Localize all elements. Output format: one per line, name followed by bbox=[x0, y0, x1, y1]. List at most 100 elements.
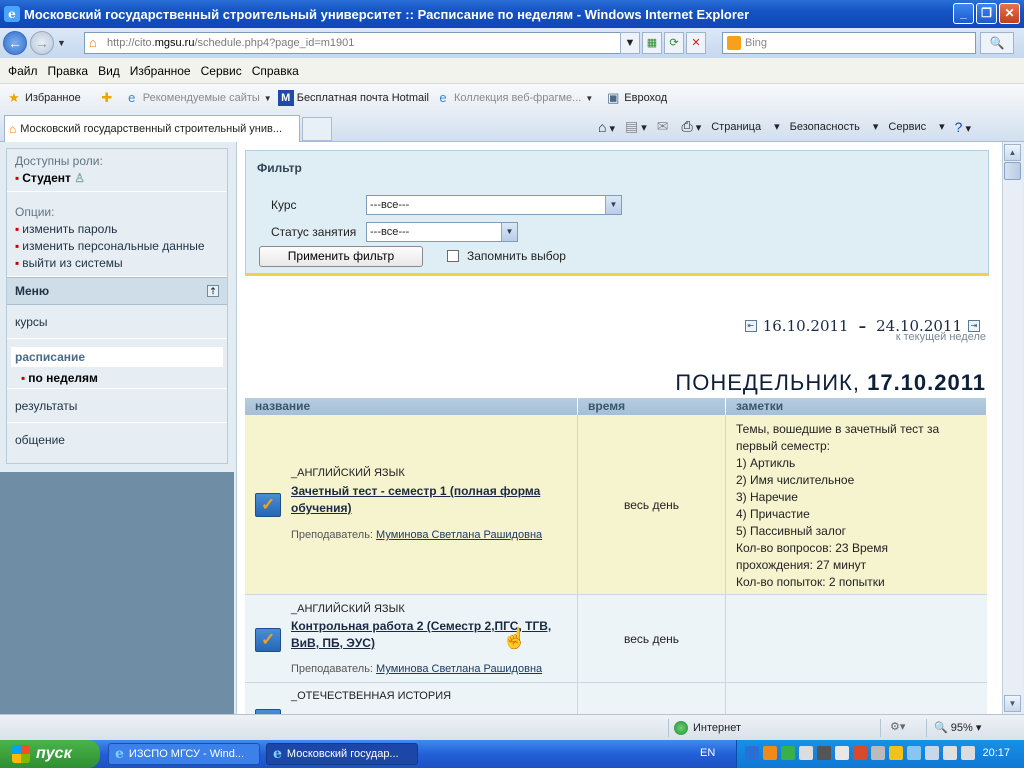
change-password-link[interactable]: ▪ изменить пароль bbox=[15, 221, 219, 238]
volume-icon[interactable] bbox=[925, 746, 939, 760]
apply-filter-button[interactable]: Применить фильтр bbox=[259, 246, 423, 267]
new-tab-button[interactable] bbox=[302, 117, 332, 141]
evrohod-link[interactable]: ▣ Евроход bbox=[605, 90, 667, 106]
teacher-link[interactable]: Муминова Светлана Рашидовна bbox=[376, 529, 542, 541]
menu-help[interactable]: Справка bbox=[252, 64, 299, 78]
teacher-info: Преподаватель: Муминова Светлана Рашидов… bbox=[291, 529, 542, 541]
taskbar-task-1[interactable]: e ИЗСПО МГСУ - Wind... bbox=[108, 743, 260, 765]
mail-button[interactable]: ✉ bbox=[657, 118, 672, 135]
compatibility-icon[interactable]: ▦ bbox=[642, 32, 662, 54]
ie-page-icon: e bbox=[128, 90, 136, 105]
remember-checkbox[interactable] bbox=[447, 250, 459, 262]
tray-app-icon[interactable] bbox=[817, 746, 831, 760]
menu-header: Меню ⇡ bbox=[7, 277, 227, 305]
collapse-toggle-icon[interactable]: ⇡ bbox=[207, 285, 219, 297]
status-select[interactable]: ---все--- ▼ bbox=[366, 222, 518, 242]
bluetooth-icon[interactable] bbox=[745, 746, 759, 760]
logout-link[interactable]: ▪ выйти из системы bbox=[15, 255, 219, 272]
taskbar-task-2[interactable]: e Московский государ... bbox=[266, 743, 418, 765]
sidebar-item-by-weeks[interactable]: ▪ по неделям bbox=[7, 367, 227, 389]
notes-cell: Темы, вошедшие в зачетный тест за первый… bbox=[726, 415, 987, 594]
clock[interactable]: 20:17 bbox=[982, 747, 1010, 759]
start-label: пуск bbox=[36, 745, 72, 762]
change-password-label: изменить пароль bbox=[22, 222, 118, 236]
course-select[interactable]: ---все--- ▼ bbox=[366, 195, 622, 215]
safety-menu[interactable]: Безопасность ▾ bbox=[790, 120, 879, 133]
menu-edit[interactable]: Правка bbox=[48, 64, 89, 78]
table-row: _АНГЛИЙСКИЙ ЯЗЫК Зачетный тест - семестр… bbox=[245, 415, 987, 595]
menu-file[interactable]: Файл bbox=[8, 64, 38, 78]
tray-app-icon[interactable] bbox=[889, 746, 903, 760]
security-zone[interactable]: Интернет bbox=[674, 721, 741, 735]
suggested-sites-link[interactable]: e Рекомендуемые сайты ▼ bbox=[124, 90, 272, 106]
search-button[interactable]: 🔍 bbox=[980, 32, 1014, 54]
page-menu[interactable]: Страница ▾ bbox=[711, 120, 779, 133]
feeds-button[interactable]: ▤ ▾ bbox=[625, 118, 647, 135]
chevron-down-icon: ▼ bbox=[501, 223, 517, 241]
forward-button[interactable]: → bbox=[30, 31, 54, 55]
home-button[interactable]: ⌂ ▾ bbox=[598, 119, 615, 135]
column-header-time[interactable]: время bbox=[578, 398, 726, 415]
scroll-down-icon[interactable]: ▼ bbox=[1004, 695, 1021, 712]
favorites-button[interactable]: ★ Избранное bbox=[6, 90, 81, 106]
tray-app-icon[interactable] bbox=[943, 746, 957, 760]
mail-icon: ✉ bbox=[656, 118, 669, 134]
system-tray: 20:17 bbox=[736, 740, 1024, 768]
minimize-button[interactable]: _ bbox=[953, 3, 974, 24]
tray-app-icon[interactable] bbox=[799, 746, 813, 760]
current-week-link[interactable]: к текущей неделе bbox=[896, 331, 986, 343]
web-slice-gallery-link[interactable]: e Коллекция веб-фрагме... ▼ bbox=[435, 90, 593, 106]
scroll-thumb[interactable] bbox=[1004, 162, 1021, 180]
sidebar-item-schedule[interactable]: расписание bbox=[11, 347, 223, 367]
time-cell: весь день bbox=[578, 595, 726, 682]
tray-app-icon[interactable] bbox=[871, 746, 885, 760]
search-input[interactable]: Bing bbox=[722, 32, 976, 54]
close-button[interactable]: ✕ bbox=[999, 3, 1020, 24]
column-header-name[interactable]: название bbox=[245, 398, 578, 415]
tray-app-icon[interactable] bbox=[763, 746, 777, 760]
sidebar-item-communication[interactable]: общение bbox=[7, 423, 227, 457]
language-indicator[interactable]: EN bbox=[700, 747, 715, 759]
refresh-icon[interactable]: ⟳ bbox=[664, 32, 684, 54]
protected-mode-icon[interactable]: ⚙▾ bbox=[890, 720, 905, 733]
page-menu-label: Страница bbox=[711, 121, 762, 133]
tools-menu-label: Сервис bbox=[888, 121, 927, 133]
stop-icon[interactable]: ✕ bbox=[686, 32, 706, 54]
menu-view[interactable]: Вид bbox=[98, 64, 120, 78]
help-button[interactable]: ? ▾ bbox=[955, 119, 971, 135]
note-line: Кол-во попыток: 2 попытки bbox=[736, 575, 885, 589]
task-link[interactable]: Зачетный тест - семестр 1 (полная форма … bbox=[291, 483, 567, 517]
maximize-button[interactable]: ❐ bbox=[976, 3, 997, 24]
address-dropdown-icon[interactable]: ▼ bbox=[620, 32, 640, 54]
menu-favorites[interactable]: Избранное bbox=[130, 64, 191, 78]
tray-app-icon[interactable] bbox=[781, 746, 795, 760]
back-button[interactable]: ← bbox=[3, 31, 27, 55]
tray-app-icon[interactable] bbox=[853, 746, 867, 760]
start-button[interactable]: пуск bbox=[0, 740, 100, 768]
menu-tools[interactable]: Сервис bbox=[201, 64, 242, 78]
prev-week-icon[interactable]: ⇤ bbox=[744, 320, 757, 332]
tools-menu[interactable]: Сервис ▾ bbox=[888, 120, 944, 133]
print-button[interactable]: ⎙ ▾ bbox=[682, 118, 702, 135]
vertical-scrollbar[interactable]: ▲ ▼ bbox=[1002, 142, 1022, 714]
address-input[interactable]: ⌂ http://cito. mgsu.ru/schedule.php4?page… bbox=[84, 32, 636, 54]
tray-app-icon[interactable] bbox=[961, 746, 975, 760]
network-icon[interactable] bbox=[907, 746, 921, 760]
history-dropdown-icon[interactable]: ▼ bbox=[57, 38, 66, 48]
add-favorite-button[interactable]: ✚ bbox=[99, 90, 118, 106]
zoom-control[interactable]: 🔍 95% ▾ bbox=[934, 721, 981, 734]
teacher-link[interactable]: Муминова Светлана Рашидовна bbox=[376, 663, 542, 675]
tray-app-icon[interactable] bbox=[835, 746, 849, 760]
menu-header-label: Меню bbox=[15, 284, 50, 298]
role-student[interactable]: ▪ Студент ♙ bbox=[15, 170, 219, 187]
sidebar-item-results[interactable]: результаты bbox=[7, 389, 227, 423]
feeds-icon: ▤ bbox=[625, 118, 639, 134]
print-icon: ⎙ bbox=[681, 118, 693, 134]
hotmail-link[interactable]: M Бесплатная почта Hotmail bbox=[277, 90, 429, 106]
change-personal-data-link[interactable]: ▪ изменить персональные данные bbox=[15, 238, 219, 255]
tab-active[interactable]: ⌂ Московский государственный строительны… bbox=[4, 115, 300, 142]
sidebar-item-courses[interactable]: курсы bbox=[7, 305, 227, 339]
command-bar: ⌂ ▾ ▤ ▾ ✉ ⎙ ▾ Страница ▾ Безопасность ▾ Сер… bbox=[598, 118, 981, 135]
windows-logo-icon bbox=[12, 745, 30, 763]
scroll-up-icon[interactable]: ▲ bbox=[1004, 144, 1021, 161]
